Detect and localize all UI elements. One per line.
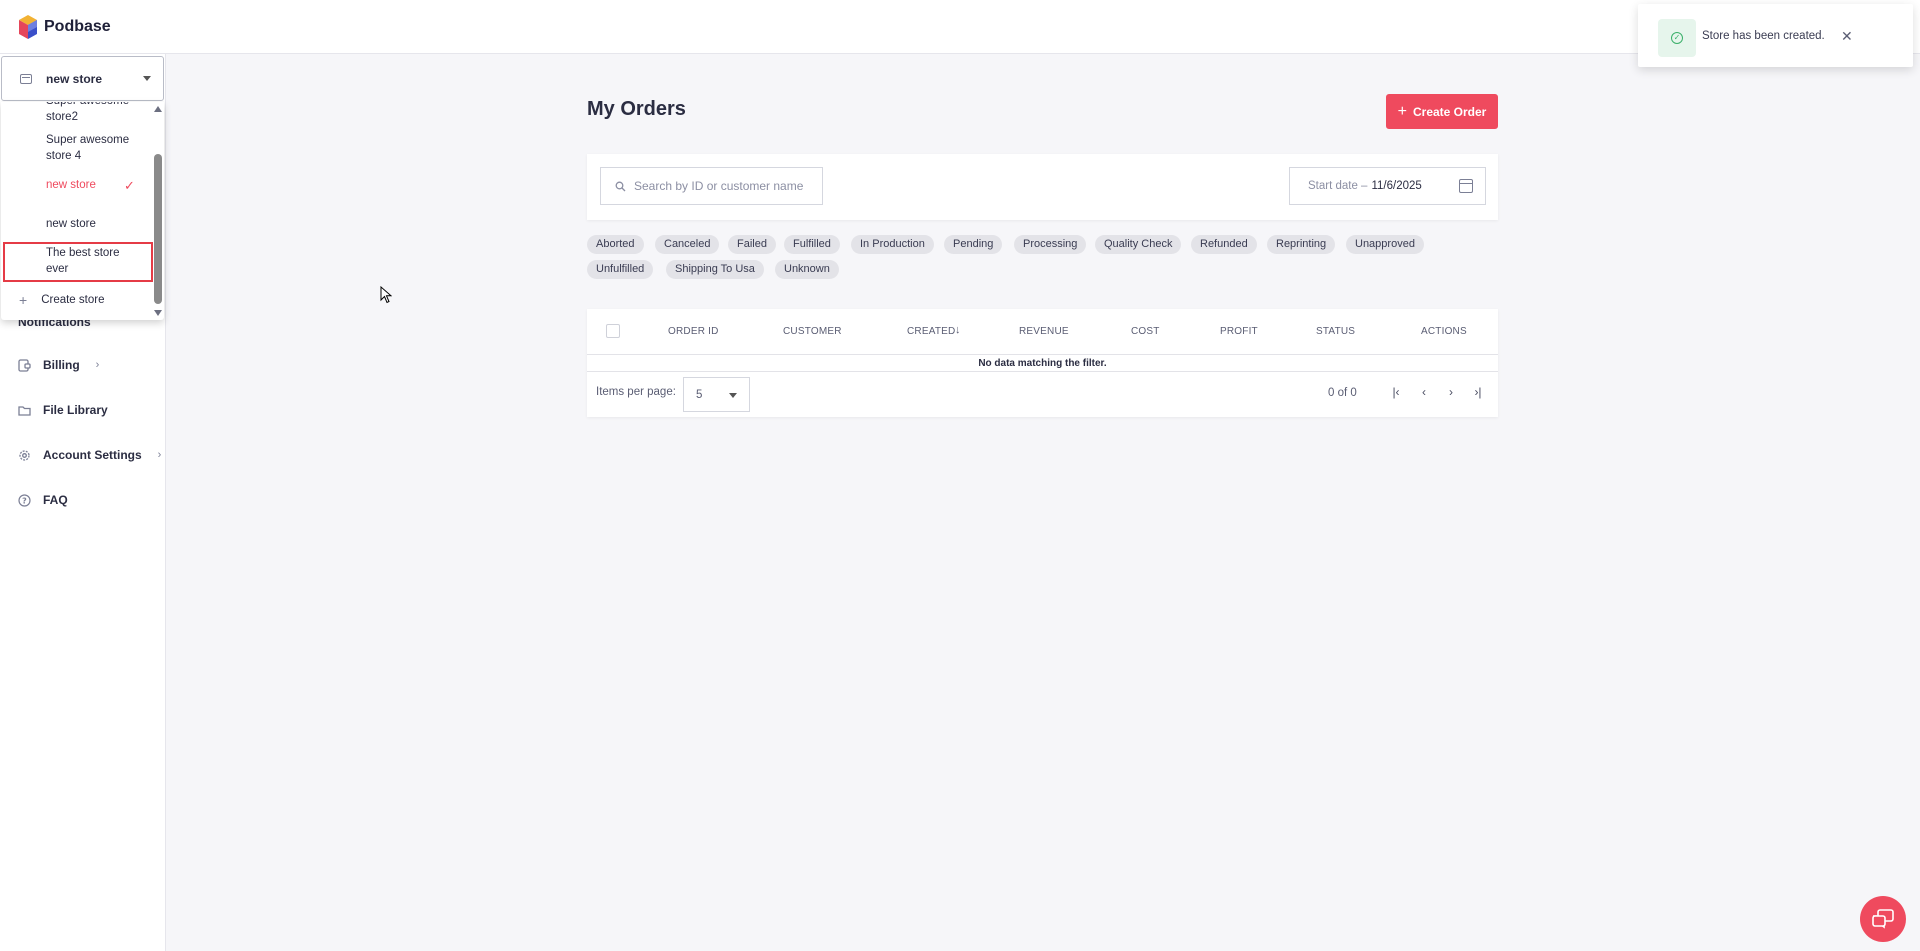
app-logo[interactable]: Podbase [18,14,111,40]
gear-icon [19,449,30,461]
chip-in-production[interactable]: In Production [851,235,934,254]
store-option-super-awesome-store2[interactable]: Super awesome store2 [46,102,146,125]
sidebar-item-label: FAQ [43,493,68,507]
sidebar-item-label: File Library [43,403,108,417]
chat-icon [1872,909,1894,929]
date-value: 11/6/2025 [1371,180,1422,192]
chevron-right-icon: › [95,359,100,371]
empty-table-message: No data matching the filter. [587,356,1498,372]
toast-icon-container: ✓ [1658,19,1696,57]
toast-notification: ✓ Store has been created. ✕ [1638,4,1913,67]
column-profit[interactable]: PROFIT [1220,326,1258,337]
toast-message: Store has been created. [1702,30,1825,42]
chip-fulfilled[interactable]: Fulfilled [784,235,840,254]
sort-desc-arrow-icon: ↓ [955,324,961,336]
chip-reprinting[interactable]: Reprinting [1267,235,1336,254]
create-store-option[interactable]: + Create store [19,292,104,308]
store-option-new-store-selected[interactable]: new store ✓ [46,177,146,193]
page-range: 0 of 0 [1328,387,1357,399]
column-created[interactable]: CREATED [907,326,955,337]
table-header: ORDER ID CUSTOMER CREATED ↓ REVENUE COST… [587,309,1498,355]
store-option-label: new store [46,218,96,230]
page-title: My Orders [587,98,686,120]
plus-icon: + [19,292,28,308]
filter-card: Search by ID or customer name Start date… [587,154,1498,220]
items-per-page-select[interactable]: 5 [683,377,750,412]
chip-shipping-to-usa[interactable]: Shipping To Usa [666,260,764,279]
sidebar-item-billing[interactable]: Billing › [18,358,99,372]
chip-pending[interactable]: Pending [944,235,1003,254]
column-customer[interactable]: CUSTOMER [783,326,842,337]
chip-unapproved[interactable]: Unapproved [1346,235,1424,254]
chip-aborted[interactable]: Aborted [587,235,644,254]
caret-down-icon [729,393,737,398]
folder-icon [18,405,31,416]
caret-down-icon [143,76,151,81]
paginator: Items per page: 5 0 of 0 |‹ ‹ › ›| [587,373,1498,417]
sidebar-item-label: Billing [43,358,80,372]
column-status[interactable]: STATUS [1316,326,1355,337]
orders-table: ORDER ID CUSTOMER CREATED ↓ REVENUE COST… [587,309,1498,417]
sidebar-item-file-library[interactable]: File Library [18,403,108,417]
highlight-box [3,242,153,282]
select-all-checkbox[interactable] [606,324,620,338]
close-icon[interactable]: ✕ [1841,28,1853,45]
mouse-cursor-icon [380,286,392,304]
plus-icon: + [1397,102,1407,120]
date-label: Start date – [1308,180,1368,192]
last-page-icon[interactable]: ›| [1470,385,1486,399]
first-page-icon[interactable]: |‹ [1388,385,1404,399]
scroll-up-arrow-icon[interactable] [154,106,162,112]
top-bar: Podbase [0,0,1920,54]
chip-failed[interactable]: Failed [728,235,776,254]
store-option-label: Super awesome store2 [46,102,129,123]
chip-refunded[interactable]: Refunded [1191,235,1257,254]
column-revenue[interactable]: REVENUE [1019,326,1069,337]
chip-quality-check[interactable]: Quality Check [1095,235,1182,254]
store-option-label: new store [46,179,96,191]
help-icon: ? [18,493,31,507]
sidebar-item-faq[interactable]: ? FAQ [18,493,68,507]
sidebar-item-label: Account Settings [43,448,142,462]
store-option-super-awesome-store-4[interactable]: Super awesome store 4 [46,132,146,164]
dropdown-scrollbar[interactable] [153,102,163,320]
app-name: Podbase [44,18,111,35]
create-store-label: Create store [41,294,105,306]
search-input[interactable]: Search by ID or customer name [600,167,823,205]
checkmark-icon: ✓ [124,178,135,193]
billing-icon [18,358,31,372]
store-icon [20,73,32,84]
store-option-label: Super awesome store 4 [46,134,130,162]
store-selector-value: new store [46,71,103,86]
store-dropdown: Super awesome store2 Super awesome store… [1,102,164,320]
scroll-down-arrow-icon[interactable] [154,310,162,316]
calendar-icon[interactable] [1459,179,1473,193]
search-placeholder: Search by ID or customer name [634,179,804,193]
chip-canceled[interactable]: Canceled [655,235,720,254]
next-page-icon[interactable]: › [1443,385,1459,399]
chevron-right-icon: › [157,449,162,461]
svg-text:?: ? [22,496,27,505]
store-selector[interactable]: new store [1,56,164,101]
create-order-label: Create Order [1412,104,1487,119]
search-icon [615,181,626,191]
success-check-icon: ✓ [1671,32,1683,44]
sidebar-item-account-settings[interactable]: Account Settings › [18,448,161,462]
podbase-logo-icon [19,15,37,39]
column-cost[interactable]: COST [1131,326,1160,337]
scrollbar-thumb[interactable] [154,154,162,304]
create-order-button[interactable]: + Create Order [1386,94,1498,129]
support-chat-button[interactable] [1860,896,1906,942]
column-order-id[interactable]: ORDER ID [668,326,719,337]
chip-unfulfilled[interactable]: Unfulfilled [587,260,654,279]
items-per-page-value: 5 [696,388,703,401]
start-date-input[interactable]: Start date – 11/6/2025 [1289,167,1486,205]
items-per-page-label: Items per page: [596,386,676,398]
store-option-new-store[interactable]: new store [46,216,146,232]
previous-page-icon[interactable]: ‹ [1416,385,1432,399]
column-actions: ACTIONS [1421,326,1467,337]
chip-unknown[interactable]: Unknown [775,260,839,279]
chip-processing[interactable]: Processing [1014,235,1087,254]
